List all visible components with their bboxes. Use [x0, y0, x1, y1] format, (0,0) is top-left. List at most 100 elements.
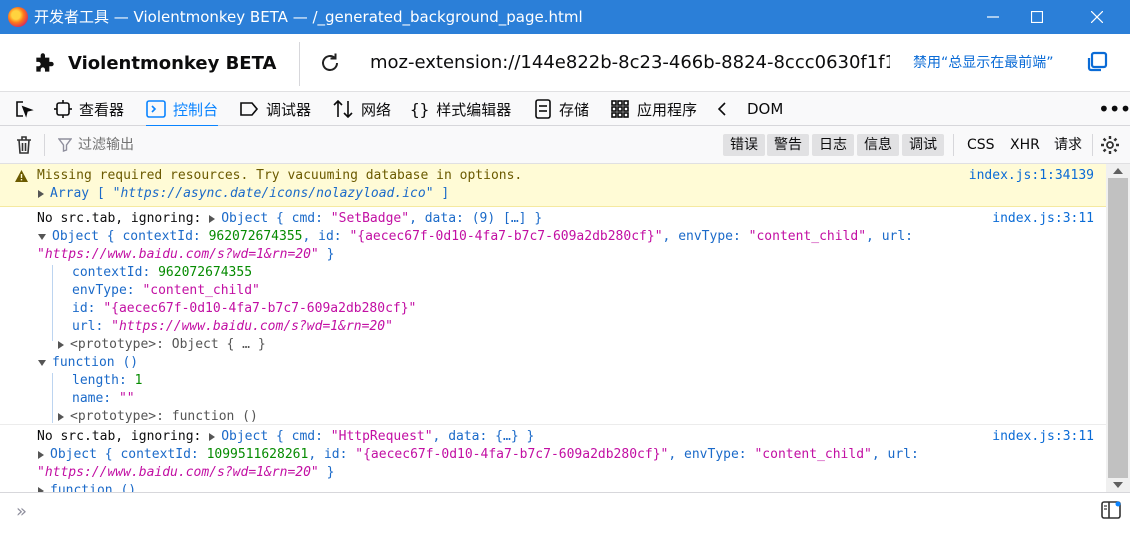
application-icon	[611, 100, 629, 118]
network-icon	[333, 100, 353, 118]
expand-arrow-icon	[38, 189, 44, 198]
trash-icon[interactable]	[14, 135, 34, 155]
filter-logs-toggle[interactable]: 日志	[812, 134, 854, 156]
tab-inspector[interactable]: 查看器	[54, 92, 124, 126]
console-output: Missing required resources. Try vacuumin…	[0, 164, 1106, 492]
filter-info-toggle[interactable]: 信息	[857, 134, 899, 156]
prototype-row[interactable]: <prototype>: function ()	[58, 408, 258, 426]
property-row: envType: "content_child"	[72, 283, 260, 298]
array-preview[interactable]: Array [ "https://async.date/icons/nolazy…	[38, 185, 449, 203]
filter-input[interactable]: 过滤输出	[58, 126, 134, 164]
editor-mode-icon[interactable]	[1101, 501, 1121, 519]
object-key: id:	[318, 229, 342, 244]
scroll-up-arrow-icon[interactable]	[1113, 168, 1123, 174]
dom-icon	[718, 102, 726, 116]
object-key: cmd:	[291, 429, 323, 444]
object-value: "{aecec67f-0d10-4fa7-b7c7-609a2db280cf}"	[355, 447, 669, 462]
always-on-top-icon[interactable]	[1086, 51, 1108, 73]
filter-icon	[58, 138, 72, 152]
extension-target[interactable]: Violentmonkey BETA	[32, 34, 276, 92]
object-value: "content_child"	[754, 447, 872, 462]
expand-arrow-icon[interactable]	[209, 214, 216, 223]
object-value: {…}	[495, 429, 519, 444]
tab-style-editor[interactable]: {} 样式编辑器	[410, 92, 511, 126]
tab-label: 应用程序	[637, 100, 698, 119]
target-url: moz-extension://144e822b-8c23-466b-8824-…	[370, 52, 890, 73]
expand-arrow-icon[interactable]	[209, 432, 216, 441]
filter-xhr-toggle[interactable]: XHR	[1010, 134, 1040, 156]
log-line: No src.tab, ignoring: Object { cmd: "Set…	[37, 211, 543, 226]
prototype-row[interactable]: <prototype>: Object { … }	[58, 336, 266, 354]
object-label: Object	[52, 229, 99, 244]
expand-arrow-icon	[58, 340, 64, 349]
maximize-button[interactable]	[1014, 0, 1060, 34]
tab-debugger[interactable]: 调试器	[239, 92, 311, 126]
tree-guide	[52, 373, 53, 423]
function-preview[interactable]: function ()	[38, 482, 136, 492]
tab-console[interactable]: 控制台	[146, 92, 219, 127]
reload-icon[interactable]	[318, 51, 342, 75]
tab-network[interactable]: 网络	[332, 92, 391, 126]
storage-icon	[535, 99, 551, 119]
minimize-button[interactable]	[970, 0, 1016, 34]
object-value: "HttpRequest"	[330, 429, 433, 444]
function-label: function ()	[50, 483, 137, 492]
object-label[interactable]: Object	[221, 429, 268, 444]
object-value: (9) […]	[471, 211, 527, 226]
scroll-down-arrow-icon[interactable]	[1113, 482, 1123, 488]
object-key: url:	[887, 447, 919, 462]
pick-element-button[interactable]	[14, 92, 34, 126]
object-label[interactable]: Object	[221, 211, 268, 226]
property-row: name: ""	[72, 391, 135, 406]
message-source-link[interactable]: index.js:3:11	[992, 428, 1094, 446]
message-source-link[interactable]: index.js:3:11	[992, 210, 1094, 228]
collapse-arrow-icon	[38, 359, 46, 366]
object-key: id:	[323, 447, 348, 462]
function-preview-expanded[interactable]: function ()	[38, 354, 138, 372]
tab-label: 存储	[559, 100, 590, 119]
object-preview[interactable]: Object { contextId: 1099511628261, id: "…	[38, 446, 919, 464]
message-source-link[interactable]: index.js:1:34139	[969, 167, 1094, 185]
toolbox-tabs: 查看器 控制台 调试器 网络 {} 样式编辑器 存储 应用程序 DOM •••	[0, 92, 1130, 127]
always-on-top-toggle[interactable]: 禁用“总显示在最前端”	[913, 34, 1054, 92]
element-picker-icon	[16, 101, 34, 118]
filter-divider	[953, 134, 954, 156]
firefox-logo-icon	[8, 7, 28, 27]
object-key: cmd:	[291, 211, 323, 226]
scrollbar-thumb[interactable]	[1108, 178, 1128, 478]
object-value: "content_child"	[748, 229, 867, 244]
log-prefix: No src.tab, ignoring:	[37, 429, 202, 444]
tab-storage[interactable]: 存储	[534, 92, 589, 126]
object-value: "SetBadge"	[330, 211, 410, 226]
object-preview-expanded[interactable]: Object { contextId: 962072674355, id: "{…	[38, 228, 913, 246]
console-log-message: No src.tab, ignoring: Object { cmd: "Htt…	[0, 425, 1106, 492]
tab-label: 调试器	[266, 100, 312, 119]
filter-errors-toggle[interactable]: 错误	[723, 134, 765, 156]
filter-debug-toggle[interactable]: 调试	[902, 134, 944, 156]
toolbar-divider	[299, 42, 300, 86]
filter-requests-toggle[interactable]: 请求	[1054, 134, 1082, 156]
close-button[interactable]	[1074, 0, 1120, 34]
tab-application[interactable]: 应用程序	[610, 92, 697, 126]
property-row: url: "https://www.baidu.com/s?wd=1&rn=20…	[72, 319, 393, 334]
filter-divider	[1092, 134, 1093, 156]
gear-icon[interactable]	[1100, 135, 1120, 155]
more-tools-button[interactable]: •••	[1098, 92, 1130, 126]
window-bottom-edge	[0, 528, 1130, 551]
target-toolbar: Violentmonkey BETA moz-extension://144e8…	[0, 34, 1130, 92]
extension-name: Violentmonkey BETA	[68, 52, 277, 74]
tab-label: 样式编辑器	[436, 100, 512, 119]
object-key: contextId:	[122, 229, 201, 244]
console-scrollbar[interactable]	[1106, 164, 1130, 492]
object-key: envType:	[678, 229, 741, 244]
tab-label: 控制台	[173, 100, 219, 119]
filter-warnings-toggle[interactable]: 警告	[767, 134, 809, 156]
console-icon	[146, 100, 166, 118]
tab-dom[interactable]: DOM	[718, 92, 783, 126]
array-label: Array	[50, 186, 90, 201]
property-row: length: 1	[72, 373, 143, 388]
console-input[interactable]: »	[0, 492, 1130, 528]
collapse-arrow-icon	[38, 233, 46, 240]
debugger-icon	[240, 102, 259, 116]
filter-css-toggle[interactable]: CSS	[967, 134, 995, 156]
